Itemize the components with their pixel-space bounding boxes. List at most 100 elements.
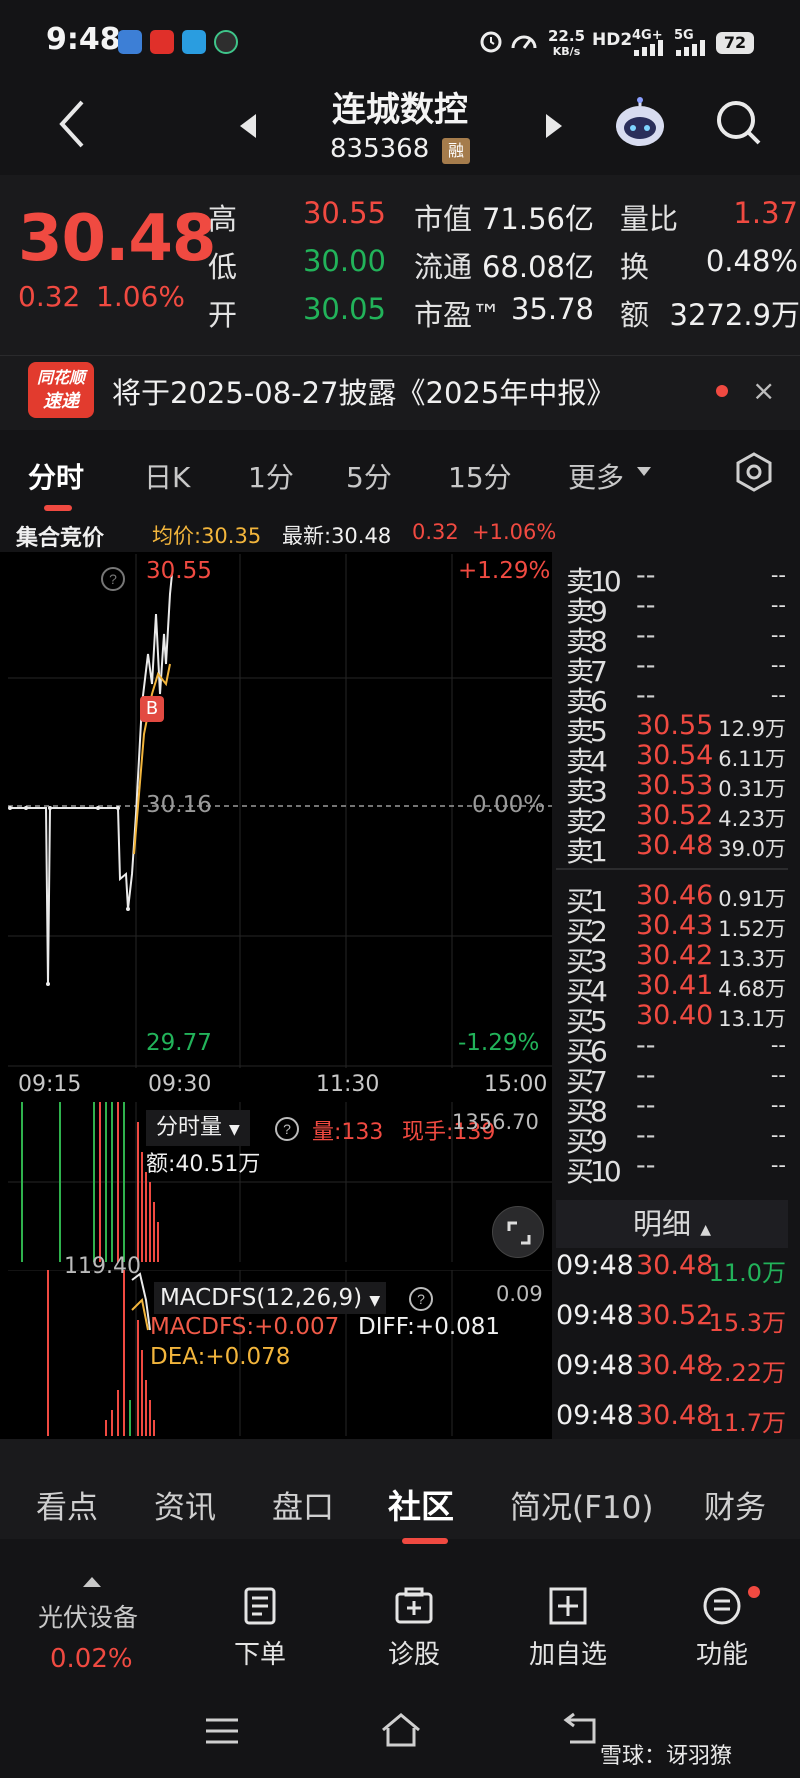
buy-level-label: 买10 [566,1155,622,1188]
tab-5min[interactable]: 5分 [346,456,392,496]
volume-help-icon[interactable]: ? [274,1116,300,1142]
tab-1min[interactable]: 1分 [248,456,294,496]
macd-help-icon[interactable]: ? [408,1286,434,1312]
high-label: 高 [208,202,238,236]
sell-level-row[interactable]: 卖6 -- -- [566,680,786,718]
price-chart[interactable] [8,554,552,1068]
buy-level-volume: -- [770,1153,786,1177]
function-button[interactable]: 功能 [662,1586,782,1671]
volume-ratio-label: 量比 [620,202,679,236]
ai-robot-icon[interactable] [612,96,668,152]
trade-detail-row: 09:48 30.48 2.22万 [556,1350,800,1390]
buy-level-price: 30.43 [636,910,714,941]
buy-level-volume: -- [770,1093,786,1117]
sell-level-row[interactable]: 卖2 30.52 4.23万 [566,800,786,838]
sell-level-price: 30.48 [636,830,714,861]
close-icon[interactable]: × [752,374,775,407]
app-refresh-icon [214,30,238,54]
next-stock-icon[interactable] [544,112,564,140]
trade-price: 30.48 [636,1350,714,1381]
open-value: 30.05 [302,292,386,326]
sell-level-row[interactable]: 卖5 30.55 12.9万 [566,710,786,748]
tab-news[interactable]: 资讯 [154,1482,216,1527]
sector-name[interactable]: 光伏设备 [38,1598,138,1634]
buy-level-row[interactable]: 买3 30.42 13.3万 [566,940,786,978]
macd-dropdown[interactable]: MACDFS(12,26,9) ▼ [154,1282,387,1314]
search-icon[interactable] [712,96,764,148]
buy-level-row[interactable]: 买1 30.46 0.91万 [566,880,786,918]
tab-f10[interactable]: 简况(F10) [510,1482,653,1527]
chart-top-price: 30.55 [146,558,212,584]
buy-level-row[interactable]: 买9 -- -- [566,1120,786,1158]
trade-price: 30.48 [636,1250,714,1281]
info-line [0,512,800,552]
order-button[interactable]: 下单 [200,1586,320,1671]
buy-level-price: 30.40 [636,1000,714,1031]
buy-level-row[interactable]: 买5 30.40 13.1万 [566,1000,786,1038]
tab-intraday[interactable]: 分时 [28,456,84,496]
stock-code: 835368 [330,134,430,164]
sell-level-row[interactable]: 卖1 30.48 39.0万 [566,830,786,868]
dea-value: DEA:+0.078 [150,1344,291,1370]
buy-level-price: -- [636,1120,656,1151]
sell-level-row[interactable]: 卖7 -- -- [566,650,786,688]
sell-level-price: -- [636,650,656,681]
detail-label: 明细 [632,1207,691,1241]
tab-quote-board[interactable]: 盘口 [272,1482,334,1527]
trade-volume: 15.3万 [708,1309,786,1337]
detail-header[interactable]: 明细 ▲ [556,1200,788,1248]
sell-level-row[interactable]: 卖3 30.53 0.31万 [566,770,786,808]
sell-level-row[interactable]: 卖4 30.54 6.11万 [566,740,786,778]
buy-level-price: -- [636,1090,656,1121]
buy-level-row[interactable]: 买8 -- -- [566,1090,786,1128]
active-tab-indicator [44,505,72,511]
help-icon[interactable]: ? [100,566,126,592]
menu-circle-icon [703,1587,741,1625]
tab-finance[interactable]: 财务 [704,1482,766,1527]
tab-community[interactable]: 社区 [388,1480,454,1528]
order-icon [244,1587,276,1625]
high-value: 30.55 [302,196,386,230]
diagnose-button[interactable]: 诊股 [354,1586,474,1671]
buy-level-row[interactable]: 买4 30.41 4.68万 [566,970,786,1008]
function-label: 功能 [695,1640,748,1670]
buy-level-row[interactable]: 买10 -- -- [566,1150,786,1188]
volume-dropdown[interactable]: 分时量 ▼ [146,1110,250,1146]
buy-marker[interactable]: B [140,696,164,722]
tab-daily-k[interactable]: 日K [144,456,190,496]
tab-more[interactable]: 更多 [568,456,624,496]
time-axis-0915: 09:15 [18,1072,82,1097]
trade-detail-row: 09:48 30.48 11.7万 [556,1400,800,1440]
buy-level-row[interactable]: 买7 -- -- [566,1060,786,1098]
home-icon[interactable] [380,1712,422,1748]
prev-stock-icon[interactable] [238,112,258,140]
buy-level-row[interactable]: 买2 30.43 1.52万 [566,910,786,948]
add-watchlist-label: 加自选 [528,1640,607,1670]
buy-level-volume: 0.91万 [718,887,786,911]
add-watchlist-button[interactable]: 加自选 [508,1586,628,1671]
sell-level-row[interactable]: 卖9 -- -- [566,590,786,628]
buy-level-volume: 4.68万 [718,977,786,1001]
latest-price: 最新:30.48 [282,524,392,548]
sell-level-price: 30.53 [636,770,714,801]
back-nav-icon[interactable] [560,1712,600,1748]
tab-15min[interactable]: 15分 [448,456,512,496]
sell-level-row[interactable]: 卖8 -- -- [566,620,786,658]
time-axis-1500: 15:00 [484,1072,548,1097]
sell-level-volume: 0.31万 [718,777,786,801]
chevron-down-icon[interactable] [636,466,652,478]
buy-level-row[interactable]: 买6 -- -- [566,1030,786,1068]
stock-name: 连城数控 [332,90,468,130]
back-arrow-icon[interactable] [50,94,96,154]
settings-icon[interactable] [734,452,774,492]
chart-top-pct: +1.29% [458,558,551,584]
sell-level-volume: -- [770,653,786,677]
volume-ratio-value: 1.37 [733,196,798,230]
tab-highlights[interactable]: 看点 [36,1482,98,1527]
order-label: 下单 [233,1640,286,1670]
network-speed: 22.5 KB/s [548,27,586,58]
menu-icon[interactable] [204,1716,240,1746]
fullscreen-button[interactable] [492,1206,544,1258]
sell-level-row[interactable]: 卖10 -- -- [566,560,786,598]
mktcap-label: 市值 [414,202,473,236]
